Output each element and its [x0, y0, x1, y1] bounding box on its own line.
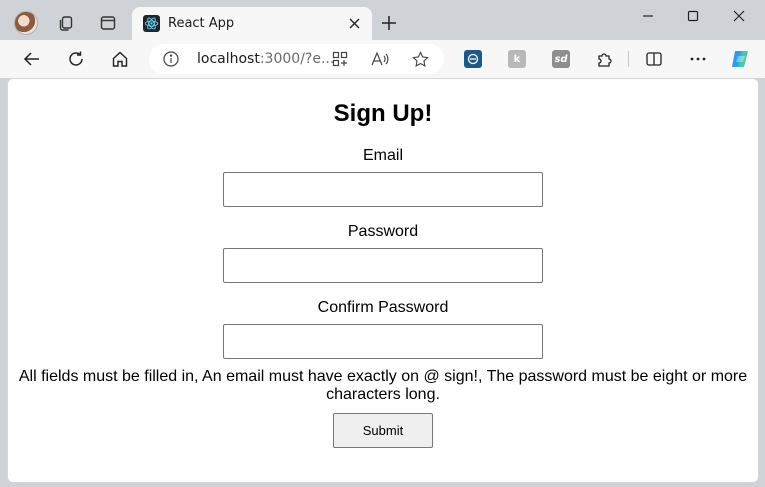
- edge-extension-blue-icon[interactable]: [464, 50, 482, 68]
- address-bar[interactable]: localhost:3000/?e...: [149, 44, 444, 74]
- password-label: Password: [347, 223, 419, 240]
- tab-title: React App: [168, 16, 235, 31]
- react-logo-icon: [143, 15, 160, 32]
- maximize-icon[interactable]: [670, 4, 716, 28]
- email-field[interactable]: [223, 172, 543, 207]
- extensions-puzzle-icon[interactable]: [593, 47, 617, 71]
- edge-extension-sd-icon[interactable]: sd: [552, 50, 570, 68]
- app-available-icon[interactable]: [331, 50, 349, 68]
- toolbar-divider: [628, 51, 629, 67]
- email-label: Email: [362, 147, 403, 164]
- tab-actions-icon[interactable]: [97, 12, 119, 34]
- url-path: :3000/?e...: [259, 51, 335, 67]
- close-tab-icon[interactable]: [346, 15, 362, 31]
- signup-form: Sign Up! Email Password Confirm Password…: [8, 100, 758, 448]
- confirm-password-field[interactable]: [223, 324, 543, 359]
- home-icon[interactable]: [108, 47, 132, 71]
- site-info-icon[interactable]: [163, 51, 179, 67]
- submit-button[interactable]: Submit: [333, 413, 433, 448]
- page-title: Sign Up!: [333, 100, 433, 127]
- validation-message: All fields must be filled in, An email m…: [18, 368, 748, 403]
- profile-avatar[interactable]: [14, 11, 38, 35]
- url-text: localhost:3000/?e...: [197, 51, 334, 67]
- page-viewport: Sign Up! Email Password Confirm Password…: [7, 78, 759, 483]
- edge-extension-k-icon[interactable]: k: [508, 50, 526, 68]
- split-screen-icon[interactable]: [642, 47, 666, 71]
- password-field[interactable]: [223, 248, 543, 283]
- refresh-icon[interactable]: [64, 47, 88, 71]
- workspaces-icon[interactable]: [55, 12, 77, 34]
- favorite-star-icon[interactable]: [411, 50, 429, 68]
- browser-toolbar: localhost:3000/?e... k sd: [0, 40, 765, 78]
- tab-strip: React App: [0, 0, 765, 40]
- new-tab-plus-icon[interactable]: [378, 12, 400, 34]
- read-aloud-icon[interactable]: [371, 50, 389, 68]
- tab-react-app[interactable]: React App: [132, 7, 372, 40]
- copilot-icon[interactable]: [728, 47, 752, 71]
- more-options-icon[interactable]: [686, 47, 710, 71]
- url-host: localhost: [197, 51, 260, 67]
- window-close-icon[interactable]: [716, 4, 762, 28]
- back-arrow-icon[interactable]: [20, 47, 44, 71]
- confirm-password-label: Confirm Password: [317, 299, 449, 316]
- minimize-icon[interactable]: [625, 4, 671, 28]
